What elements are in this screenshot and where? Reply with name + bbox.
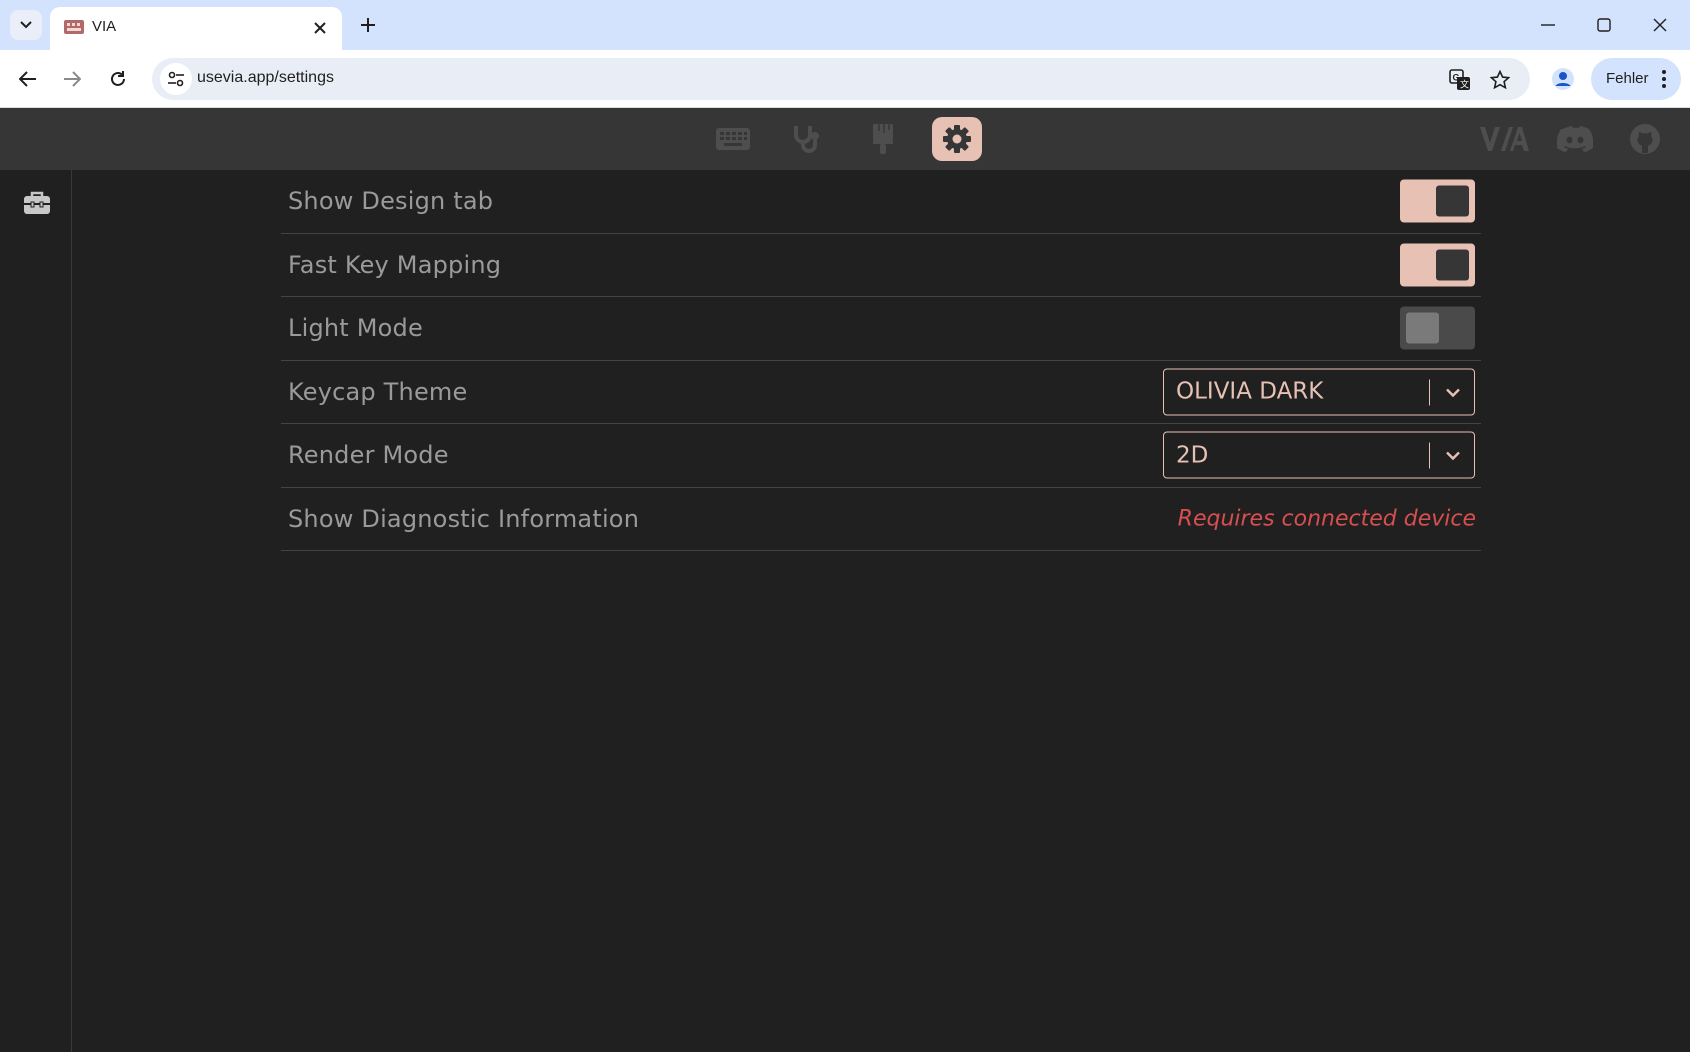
close-icon [1653, 18, 1667, 32]
select-separator [1429, 442, 1430, 469]
maximize-icon [1597, 18, 1611, 32]
show-design-tab-toggle[interactable] [1400, 179, 1475, 223]
close-icon [314, 22, 326, 34]
github-icon [1630, 124, 1660, 154]
kebab-menu-icon [1657, 68, 1671, 90]
light-mode-toggle[interactable] [1400, 306, 1475, 350]
requires-device-warning: Requires connected device [1177, 506, 1476, 532]
sidebar-general[interactable] [20, 186, 54, 220]
reload-button[interactable] [102, 63, 134, 95]
chevron-down-icon [20, 21, 32, 29]
setting-label: Fast Key Mapping [288, 250, 502, 279]
browser-tab-via[interactable]: VIA [50, 7, 342, 50]
toggle-knob [1436, 249, 1469, 281]
new-tab-button[interactable] [354, 11, 382, 39]
forward-button[interactable] [56, 63, 88, 95]
arrow-left-icon [19, 71, 36, 87]
setting-label: Render Mode [288, 441, 449, 470]
site-info-button[interactable] [160, 63, 192, 95]
setting-label: Light Mode [288, 314, 423, 343]
menu-configure[interactable] [708, 117, 758, 161]
chevron-down-icon[interactable] [1440, 444, 1466, 468]
toggle-knob [1406, 312, 1439, 344]
keyboard-icon [716, 128, 750, 150]
paintbrush-icon [873, 124, 893, 154]
tune-icon [168, 71, 184, 87]
via-logo[interactable] [1478, 122, 1530, 156]
menu-design[interactable] [858, 117, 908, 161]
fast-key-mapping-toggle[interactable] [1400, 243, 1475, 287]
settings-panel: Show Design tab Fast Key Mapping Light M… [281, 170, 1481, 551]
reload-icon [111, 71, 125, 86]
maximize-button[interactable] [1576, 0, 1632, 50]
keycap-theme-select[interactable]: OLIVIA DARK [1163, 368, 1475, 416]
setting-row-keycap-theme: Keycap Theme OLIVIA DARK [281, 361, 1481, 424]
window-close-button[interactable] [1632, 0, 1688, 50]
arrow-right-icon [64, 71, 81, 87]
chevron-down-icon[interactable] [1440, 380, 1466, 404]
profile-button[interactable] [1547, 63, 1579, 95]
menu-settings[interactable] [932, 117, 982, 161]
star-icon [1490, 70, 1510, 90]
discord-icon [1557, 126, 1593, 152]
translate-icon: G文 [1449, 69, 1470, 90]
app-menu-bar [0, 108, 1690, 170]
avatar-icon [1552, 68, 1574, 90]
browser-toolbar: usevia.app/settings G文 Fehler [0, 50, 1690, 108]
menu-test[interactable] [782, 117, 832, 161]
setting-label: Show Design tab [288, 187, 494, 216]
setting-row-diagnostic-information: Show Diagnostic Information Requires con… [281, 488, 1481, 551]
via-logo-icon [1480, 127, 1529, 151]
stethoscope-icon [794, 126, 819, 153]
select-separator [1429, 379, 1430, 406]
bookmark-button[interactable] [1487, 67, 1513, 93]
setting-label: Keycap Theme [288, 377, 468, 406]
error-chip-label: Fehler [1606, 70, 1649, 87]
address-bar[interactable]: usevia.app/settings G文 [152, 58, 1530, 100]
setting-row-fast-key-mapping: Fast Key Mapping [281, 234, 1481, 297]
app-sidebar [0, 170, 72, 1052]
tab-search-button[interactable] [10, 10, 42, 40]
github-link[interactable] [1628, 122, 1662, 156]
setting-row-light-mode: Light Mode [281, 297, 1481, 361]
translate-button[interactable]: G文 [1447, 67, 1473, 93]
discord-link[interactable] [1556, 122, 1594, 156]
render-mode-select[interactable]: 2D [1163, 431, 1475, 479]
toggle-knob [1436, 185, 1469, 217]
via-favicon-icon [64, 20, 84, 34]
tab-title: VIA [92, 18, 117, 35]
setting-row-render-mode: Render Mode 2D [281, 424, 1481, 488]
setting-row-show-design-tab: Show Design tab [281, 170, 1481, 234]
tab-close-button[interactable] [308, 16, 332, 40]
plus-icon [361, 18, 375, 32]
minimize-button[interactable] [1520, 0, 1576, 50]
select-value: OLIVIA DARK [1176, 378, 1324, 405]
setting-label: Show Diagnostic Information [288, 504, 640, 533]
svg-text:文: 文 [1460, 79, 1469, 90]
browser-tabstrip: VIA [0, 0, 1690, 50]
minimize-icon [1541, 24, 1555, 26]
toolbox-icon [24, 191, 50, 214]
back-button[interactable] [12, 63, 44, 95]
select-value: 2D [1176, 442, 1209, 469]
error-chip-button[interactable]: Fehler [1591, 58, 1681, 100]
gear-icon [943, 125, 971, 153]
url-text: usevia.app/settings [197, 69, 334, 86]
